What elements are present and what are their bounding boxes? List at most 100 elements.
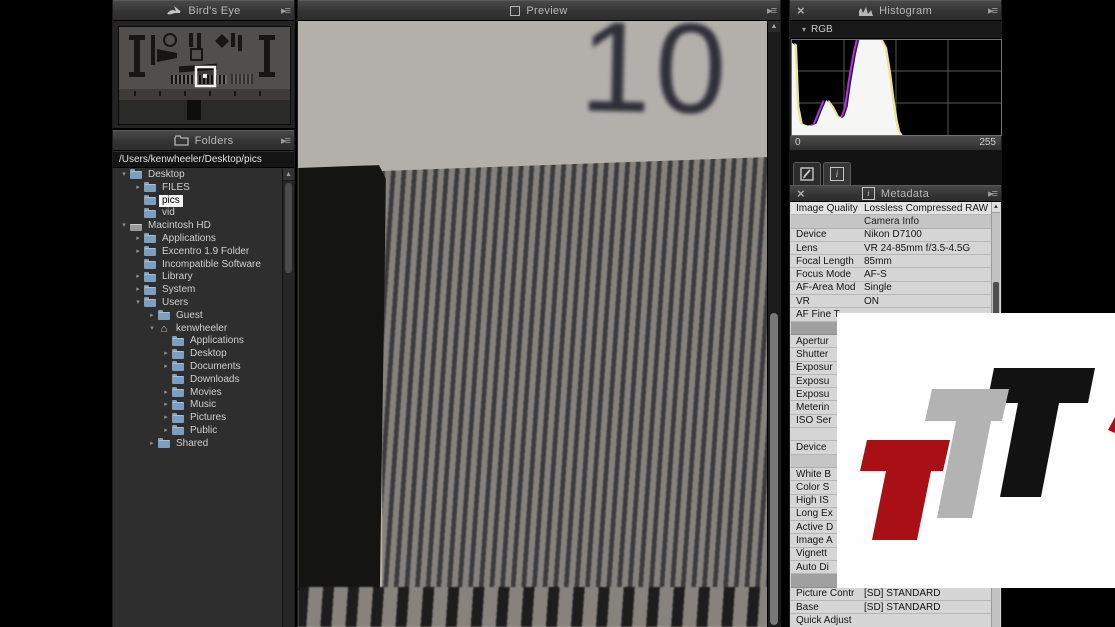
- disclosure-right-icon[interactable]: ▸: [161, 399, 171, 412]
- tree-item-downloads[interactable]: Downloads: [113, 374, 283, 387]
- preview-header: Preview ▸≡: [298, 0, 780, 21]
- tree-item-macintosh-hd[interactable]: ▾Macintosh HD: [113, 220, 283, 233]
- disclosure-right-icon[interactable]: ▸: [147, 438, 157, 451]
- tree-item-incompatible-software[interactable]: Incompatible Software: [113, 259, 283, 272]
- disclosure-down-icon[interactable]: ▾: [119, 169, 129, 182]
- folder-icon: [172, 338, 184, 346]
- tree-item-pictures[interactable]: ▸ Pictures: [113, 412, 283, 425]
- tree-item-library[interactable]: ▸Library: [113, 271, 283, 284]
- tree-item-shared[interactable]: ▸Shared: [113, 438, 283, 451]
- tree-item-public[interactable]: ▸Public: [113, 425, 283, 438]
- tree-item-applications[interactable]: ▸Applications: [113, 233, 283, 246]
- tab-adjustments[interactable]: [793, 162, 821, 185]
- metadata-label: Focal Length: [791, 256, 864, 267]
- metadata-row[interactable]: AF-Area ModSingle: [791, 282, 992, 295]
- scrollbar-thumb[interactable]: [770, 313, 778, 625]
- panel-menu-icon[interactable]: ▸≡: [281, 4, 289, 17]
- scroll-up-icon[interactable]: ▲: [992, 202, 1000, 213]
- drive-icon: [130, 224, 142, 231]
- disclosure-right-icon[interactable]: ▸: [133, 182, 143, 195]
- metadata-row[interactable]: Picture Contr[SD] STANDARD: [791, 588, 992, 601]
- disclosure-right-icon[interactable]: ▸: [133, 284, 143, 297]
- channel-value: RGB: [811, 24, 833, 35]
- disclosure-right-icon[interactable]: ▸: [133, 271, 143, 284]
- scrollbar-thumb[interactable]: [285, 183, 292, 273]
- panel-menu-icon[interactable]: ▸≡: [281, 134, 289, 147]
- preview-scrollbar[interactable]: ▲: [767, 21, 780, 627]
- folders-scrollbar[interactable]: ▲: [282, 169, 294, 627]
- disclosure-right-icon[interactable]: ▸: [161, 425, 171, 438]
- tree-item-label: Guest: [173, 310, 206, 323]
- birds-eye-panel: Bird's Eye ▸≡: [112, 0, 295, 128]
- panel-menu-icon[interactable]: ▸≡: [767, 4, 775, 17]
- tree-item-movies[interactable]: ▸ Movies: [113, 387, 283, 400]
- close-icon[interactable]: ×: [797, 186, 805, 201]
- metadata-row[interactable]: Focal Length85mm: [791, 255, 992, 268]
- tree-item-label: Desktop: [145, 169, 188, 182]
- tab-metadata[interactable]: i: [823, 162, 851, 185]
- disclosure-right-icon[interactable]: ▸: [161, 361, 171, 374]
- birds-eye-thumbnail[interactable]: [118, 26, 291, 125]
- tree-item-system[interactable]: ▸ System: [113, 284, 283, 297]
- metadata-row[interactable]: LensVR 24-85mm f/3.5-4.5G: [791, 242, 992, 255]
- disclosure-right-icon[interactable]: ▸: [161, 412, 171, 425]
- edit-pencil-icon: [800, 167, 814, 181]
- folder-icon: [172, 402, 184, 410]
- folders-title: Folders: [195, 135, 234, 147]
- tree-item-music[interactable]: ▸ Music: [113, 399, 283, 412]
- panel-menu-icon[interactable]: ▸≡: [988, 4, 996, 17]
- disclosure-down-icon[interactable]: ▾: [133, 297, 143, 310]
- panel-menu-icon[interactable]: ▸≡: [988, 187, 996, 200]
- metadata-row[interactable]: Focus ModeAF-S: [791, 268, 992, 281]
- close-icon[interactable]: ×: [797, 3, 805, 18]
- tree-item-label: Excentro 1.9 Folder: [159, 246, 252, 259]
- tree-item-guest[interactable]: ▸ Guest: [113, 310, 283, 323]
- metadata-row[interactable]: DeviceNikon D7100: [791, 229, 992, 242]
- info-icon: i: [830, 167, 844, 181]
- scroll-up-icon[interactable]: ▲: [283, 169, 294, 181]
- tree-item-label: Music: [187, 399, 219, 412]
- folder-outline-icon: [174, 135, 189, 146]
- scroll-up-icon[interactable]: ▲: [768, 21, 780, 32]
- metadata-row[interactable]: VRON: [791, 295, 992, 308]
- tree-item-label: Documents: [187, 361, 244, 374]
- tree-item-pics[interactable]: pics: [113, 195, 283, 208]
- disclosure-down-icon[interactable]: ▾: [147, 323, 157, 336]
- tree-item-label: System: [159, 284, 198, 297]
- birds-eye-title: Bird's Eye: [188, 5, 240, 17]
- tree-item-label: Pictures: [187, 412, 229, 425]
- folder-path-field[interactable]: /Users/kenwheeler/Desktop/pics: [113, 152, 294, 168]
- tree-item-label: kenwheeler: [173, 323, 230, 336]
- logo-t-red: [860, 440, 950, 540]
- tree-item-label: Movies: [187, 387, 225, 400]
- channel-select[interactable]: ▾RGB: [790, 21, 1001, 39]
- folder-icon: [144, 248, 156, 256]
- metadata-row[interactable]: Quick Adjust: [791, 614, 992, 627]
- disclosure-right-icon[interactable]: ▸: [133, 233, 143, 246]
- tree-item-users[interactable]: ▾Users: [113, 297, 283, 310]
- tree-item-desktop[interactable]: ▸ Desktop: [113, 348, 283, 361]
- metadata-row[interactable]: Image QualityLossless Compressed RAW: [791, 202, 992, 215]
- tree-item-vid[interactable]: vid: [113, 207, 283, 220]
- folder-icon: [144, 274, 156, 282]
- tree-item-files[interactable]: ▸FILES: [113, 182, 283, 195]
- disclosure-down-icon[interactable]: ▾: [119, 220, 129, 233]
- disclosure-right-icon[interactable]: ▸: [161, 387, 171, 400]
- disclosure-right-icon[interactable]: ▸: [133, 246, 143, 259]
- tree-item-excentro-1-9-folder[interactable]: ▸ Excentro 1.9 Folder: [113, 246, 283, 259]
- metadata-label: Focus Mode: [791, 269, 864, 280]
- tree-item-desktop[interactable]: ▾ Desktop: [113, 169, 283, 182]
- disclosure-right-icon[interactable]: ▸: [161, 348, 171, 361]
- metadata-row[interactable]: Base[SD] STANDARD: [791, 601, 992, 614]
- tree-item-applications[interactable]: Applications: [113, 335, 283, 348]
- disclosure-right-icon[interactable]: ▸: [147, 310, 157, 323]
- folder-icon: [172, 351, 184, 359]
- metadata-label: Quick Adjust: [791, 615, 864, 626]
- metadata-section-header[interactable]: Camera Info: [791, 215, 992, 228]
- logo-edge-fragment: [1108, 417, 1115, 433]
- tree-item-kenwheeler[interactable]: ▾⌂kenwheeler: [113, 323, 283, 336]
- tree-item-label: Desktop: [187, 348, 230, 361]
- right-tab-strip: i: [789, 150, 1002, 185]
- tree-item-documents[interactable]: ▸ Documents: [113, 361, 283, 374]
- preview-image[interactable]: 10: [298, 21, 780, 627]
